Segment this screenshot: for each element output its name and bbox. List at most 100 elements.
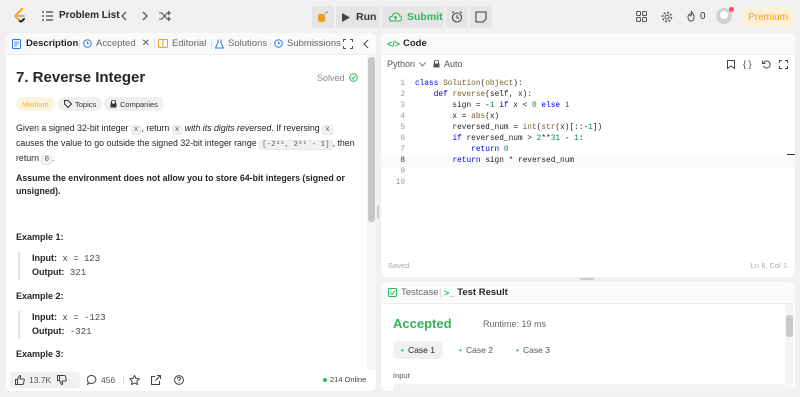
code-line: return 0 xyxy=(471,146,509,154)
code-line: x = abs(x) xyxy=(415,113,500,121)
scrollbar-thumb[interactable] xyxy=(368,57,375,222)
vertical-splitter[interactable] xyxy=(377,205,379,219)
streak-counter[interactable]: 0 xyxy=(686,10,706,22)
code-icon: </> xyxy=(387,38,401,49)
code-line: class Solution(object): xyxy=(415,80,523,88)
code-panel: </> Code Python Auto { } 1 class Solution… xyxy=(381,33,795,277)
assumption-text: Assume the environment does not allow yo… xyxy=(16,173,345,196)
collapse-panel-icon[interactable] xyxy=(362,39,370,49)
flask-icon xyxy=(215,39,224,48)
tab-description-label: Description xyxy=(26,38,79,49)
reset-icon[interactable] xyxy=(762,60,771,69)
submit-label: Submit xyxy=(407,11,443,23)
code-line: reversed_num = int(str(x)[::-1]) xyxy=(415,124,603,132)
tab-accepted-label: Accepted xyxy=(96,38,136,49)
cursor-position: Ln 8, Col 1 xyxy=(750,261,787,270)
input-value-box xyxy=(393,384,786,391)
code-line: return sign * reversed_num xyxy=(452,157,575,165)
help-icon[interactable] xyxy=(174,375,184,385)
run-button[interactable]: Run xyxy=(336,6,380,28)
play-icon xyxy=(342,12,350,22)
test-tab-bar: Testcase >_ Test Result xyxy=(381,282,795,304)
tab-description[interactable]: Description xyxy=(12,38,78,49)
problem-title[interactable]: 7. Reverse Integer xyxy=(16,69,145,86)
expand-icon[interactable] xyxy=(343,39,353,49)
tab-accepted[interactable]: Accepted ✕ xyxy=(83,38,150,49)
example-title: Example 1: xyxy=(16,232,64,242)
problem-list-label: Problem List xyxy=(59,10,120,21)
fullscreen-icon[interactable] xyxy=(779,60,788,69)
companies-button[interactable]: Companies xyxy=(104,97,164,111)
notification-dot xyxy=(729,7,734,12)
comment-icon[interactable] xyxy=(87,375,97,385)
submit-button[interactable]: Submit xyxy=(382,6,444,28)
shuffle-icon[interactable] xyxy=(159,11,171,21)
tab-submissions[interactable]: Submissions xyxy=(274,38,341,49)
timer-button[interactable] xyxy=(446,6,468,28)
code-tab-bar: </> Code xyxy=(381,33,795,55)
tab-editorial[interactable]: Editorial xyxy=(158,38,206,49)
runtime-label: Runtime: 19 ms xyxy=(483,319,547,329)
problem-description: Given a signed 32-bit integer x, return … xyxy=(16,123,355,165)
comment-count: 456 xyxy=(101,375,116,385)
language-select[interactable]: Python xyxy=(387,59,426,69)
notes-button[interactable] xyxy=(470,6,492,28)
tab-solutions-label: Solutions xyxy=(228,38,268,49)
leetcode-logo[interactable] xyxy=(12,8,28,24)
left-tab-bar: Description Accepted ✕ Editorial Solutio… xyxy=(6,33,376,55)
tab-solutions[interactable]: Solutions xyxy=(215,38,267,49)
topics-button[interactable]: Topics xyxy=(58,97,103,111)
tab-editorial-label: Editorial xyxy=(172,38,207,49)
tab-submissions-label: Submissions xyxy=(287,38,341,49)
history-icon xyxy=(274,39,283,48)
gear-icon[interactable] xyxy=(661,11,673,23)
problem-list-button[interactable]: Problem List xyxy=(42,10,120,21)
scrollbar-thumb[interactable] xyxy=(786,315,793,337)
online-dot xyxy=(323,377,327,382)
tab-test-result-label: Test Result xyxy=(457,287,508,298)
vote-group: 13.7K xyxy=(10,372,80,388)
tab-code-label: Code xyxy=(403,38,427,49)
auto-mode[interactable]: Auto xyxy=(433,59,463,69)
check-circle-icon xyxy=(349,73,358,82)
chevron-right-icon[interactable] xyxy=(141,11,149,21)
thumbs-up-icon[interactable] xyxy=(15,375,25,385)
thumbs-down-icon[interactable] xyxy=(57,375,68,385)
share-icon[interactable] xyxy=(151,375,161,385)
example-title: Example 3: xyxy=(16,349,64,359)
mode-label: Auto xyxy=(444,59,463,69)
braces-icon[interactable]: { } xyxy=(743,59,752,69)
premium-button[interactable]: Premium xyxy=(742,7,794,27)
example-block: Input: x = 123 Output: 321 xyxy=(18,252,348,280)
like-count: 13.7K xyxy=(29,375,52,385)
minimap-cursor xyxy=(787,154,795,155)
bookmark-icon[interactable] xyxy=(727,60,735,69)
close-icon[interactable]: ✕ xyxy=(142,38,150,49)
solved-status: Solved xyxy=(317,73,358,83)
chevron-down-icon xyxy=(419,61,426,67)
example-block: Input: x = -123 Output: -321 xyxy=(18,311,348,339)
saved-status: Saved xyxy=(388,261,410,270)
result-status: Accepted xyxy=(393,316,452,331)
streak-count: 0 xyxy=(700,10,706,22)
case-tab-3[interactable]: • Case 3 xyxy=(508,341,558,359)
chevron-left-icon[interactable] xyxy=(120,11,128,21)
companies-label: Companies xyxy=(120,99,158,109)
avatar[interactable] xyxy=(716,7,734,24)
debug-button[interactable] xyxy=(312,6,334,28)
case-tab-1[interactable]: • Case 1 xyxy=(393,341,443,359)
code-editor[interactable]: 1 class Solution(object): 2 def reverse(s… xyxy=(381,76,795,256)
book-icon xyxy=(158,39,168,48)
grid-icon[interactable] xyxy=(636,11,647,22)
fire-icon xyxy=(687,10,695,22)
tab-testcase[interactable]: Testcase xyxy=(388,287,439,298)
tab-code[interactable]: </> Code xyxy=(387,38,427,49)
note-icon xyxy=(475,11,487,23)
top-bar: Problem List Run Submit 0 Premium xyxy=(0,0,800,32)
star-icon[interactable] xyxy=(129,375,140,385)
solved-label: Solved xyxy=(317,73,345,83)
case-tab-2[interactable]: • Case 2 xyxy=(451,341,501,359)
horizontal-splitter[interactable] xyxy=(580,278,594,280)
history-icon xyxy=(83,39,92,48)
tab-test-result[interactable]: >_ Test Result xyxy=(444,287,508,298)
